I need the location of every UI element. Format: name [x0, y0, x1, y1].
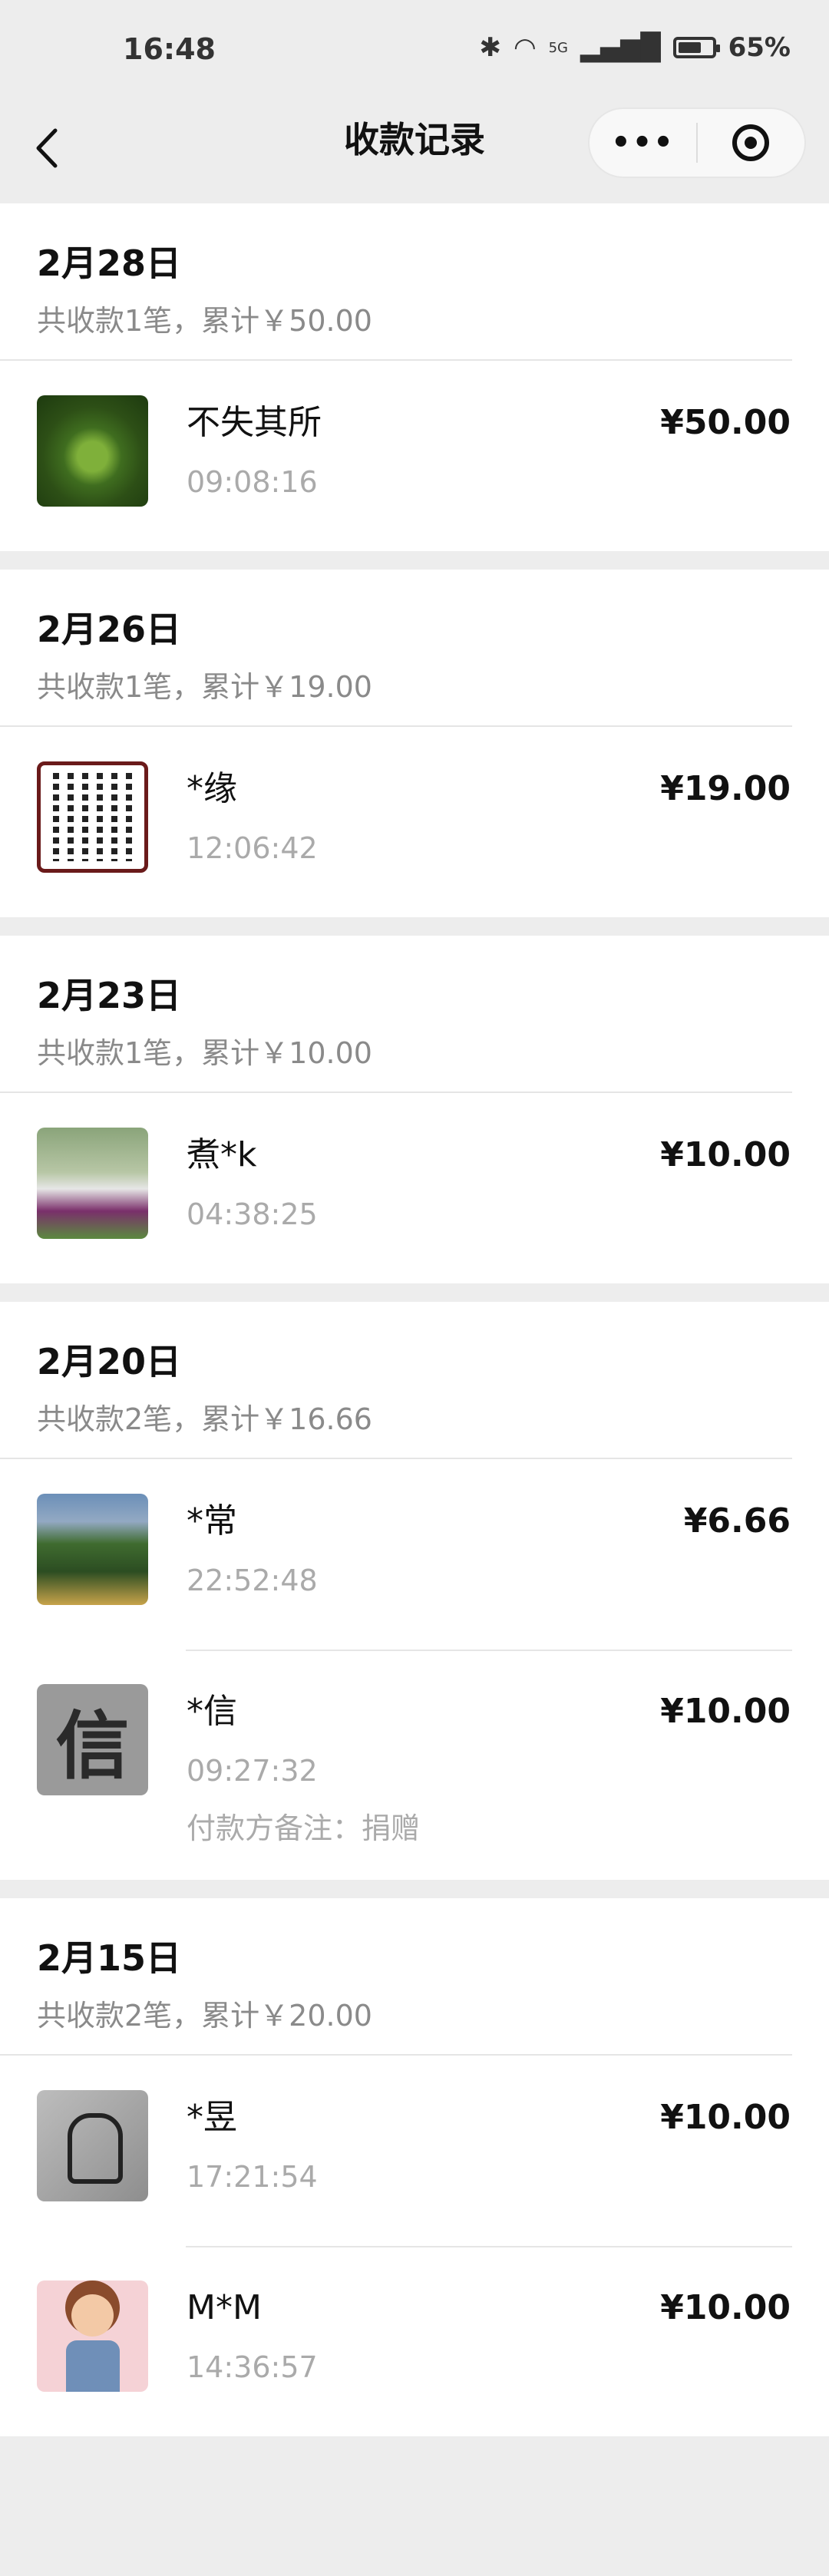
group-date: 2月20日: [37, 1341, 182, 1382]
group-date: 2月28日: [37, 243, 182, 284]
date-group: 2月20日 共收款2笔，累计￥16.66 *常 22:52:48 ¥6.66 信…: [0, 1302, 829, 1880]
navigation-bar: 收款记录 •••: [0, 107, 829, 203]
group-summary: 共收款1笔，累计￥10.00: [37, 1036, 372, 1070]
battery-icon: [672, 37, 720, 58]
payment-time: 04:38:25: [187, 1197, 318, 1231]
group-summary: 共收款2笔，累计￥16.66: [37, 1402, 372, 1436]
group-date: 2月15日: [37, 1937, 182, 1979]
payment-amount: ¥10.00: [660, 1692, 791, 1731]
payment-amount: ¥10.00: [660, 2288, 791, 2327]
payer-avatar: [37, 395, 148, 507]
wifi-icon: ◠: [513, 32, 537, 63]
payment-amount: ¥10.00: [660, 1135, 791, 1174]
payment-record[interactable]: *昱 17:21:54 ¥10.00: [0, 2056, 829, 2246]
payer-avatar: [37, 2090, 148, 2201]
more-button[interactable]: •••: [590, 125, 696, 160]
close-mini-program-button[interactable]: [698, 124, 804, 161]
date-group: 2月15日 共收款2笔，累计￥20.00 *昱 17:21:54 ¥10.00 …: [0, 1898, 829, 2436]
payment-time: 22:52:48: [187, 1564, 318, 1597]
group-header: 2月15日 共收款2笔，累计￥20.00: [0, 1898, 792, 2056]
group-header: 2月28日 共收款1笔，累计￥50.00: [0, 203, 792, 361]
payer-avatar: 信: [37, 1684, 148, 1795]
payment-record[interactable]: 不失其所 09:08:16 ¥50.00: [0, 361, 829, 551]
payment-time: 14:36:57: [187, 2350, 318, 2384]
payment-record[interactable]: *常 22:52:48 ¥6.66: [0, 1459, 829, 1650]
payer-avatar: [37, 1128, 148, 1239]
group-header: 2月23日 共收款1笔，累计￥10.00: [0, 936, 792, 1093]
payment-amount: ¥6.66: [683, 1501, 791, 1541]
group-summary: 共收款2笔，累计￥20.00: [37, 1999, 372, 2033]
date-group: 2月28日 共收款1笔，累计￥50.00 不失其所 09:08:16 ¥50.0…: [0, 203, 829, 551]
records-list: 2月28日 共收款1笔，累计￥50.00 不失其所 09:08:16 ¥50.0…: [0, 203, 829, 2436]
status-time: 16:48: [123, 32, 216, 66]
bluetooth-icon: ✱: [479, 32, 501, 63]
status-bar: 16:48 ✱ ◠ 5G ▂▄▆█ 65%: [0, 0, 829, 107]
signal-icon: ▂▄▆█: [580, 32, 661, 63]
payer-avatar: [37, 1494, 148, 1605]
date-group: 2月23日 共收款1笔，累计￥10.00 煮*k 04:38:25 ¥10.00: [0, 936, 829, 1283]
payer-avatar: [37, 2280, 148, 2392]
target-icon: [732, 124, 770, 161]
payment-time: 09:27:32: [187, 1754, 318, 1788]
group-date: 2月26日: [37, 609, 182, 650]
mini-program-capsule: •••: [588, 107, 806, 178]
payment-record[interactable]: M*M 14:36:57 ¥10.00: [0, 2246, 829, 2436]
status-icons: ✱ ◠ 5G ▂▄▆█ 65%: [479, 32, 791, 63]
group-summary: 共收款1笔，累计￥19.00: [37, 670, 372, 704]
battery-percent: 65%: [728, 32, 791, 63]
payment-record[interactable]: 信 *信 09:27:32 付款方备注：捐赠 ¥10.00: [0, 1650, 829, 1880]
payment-time: 12:06:42: [187, 831, 318, 865]
payment-amount: ¥10.00: [660, 2098, 791, 2137]
group-header: 2月20日 共收款2笔，累计￥16.66: [0, 1302, 792, 1459]
payment-record[interactable]: 煮*k 04:38:25 ¥10.00: [0, 1093, 829, 1283]
group-header: 2月26日 共收款1笔，累计￥19.00: [0, 570, 792, 727]
payer-note: 付款方备注：捐赠: [187, 1811, 421, 1845]
network-label: 5G: [548, 39, 569, 56]
group-date: 2月23日: [37, 975, 182, 1016]
payment-amount: ¥19.00: [660, 769, 791, 808]
date-group: 2月26日 共收款1笔，累计￥19.00 *缘 12:06:42 ¥19.00: [0, 570, 829, 917]
group-summary: 共收款1笔，累计￥50.00: [37, 304, 372, 338]
payment-amount: ¥50.00: [660, 403, 791, 442]
payment-time: 17:21:54: [187, 2160, 318, 2194]
payment-record[interactable]: *缘 12:06:42 ¥19.00: [0, 727, 829, 917]
payment-time: 09:08:16: [187, 465, 318, 499]
payer-avatar: [37, 761, 148, 873]
